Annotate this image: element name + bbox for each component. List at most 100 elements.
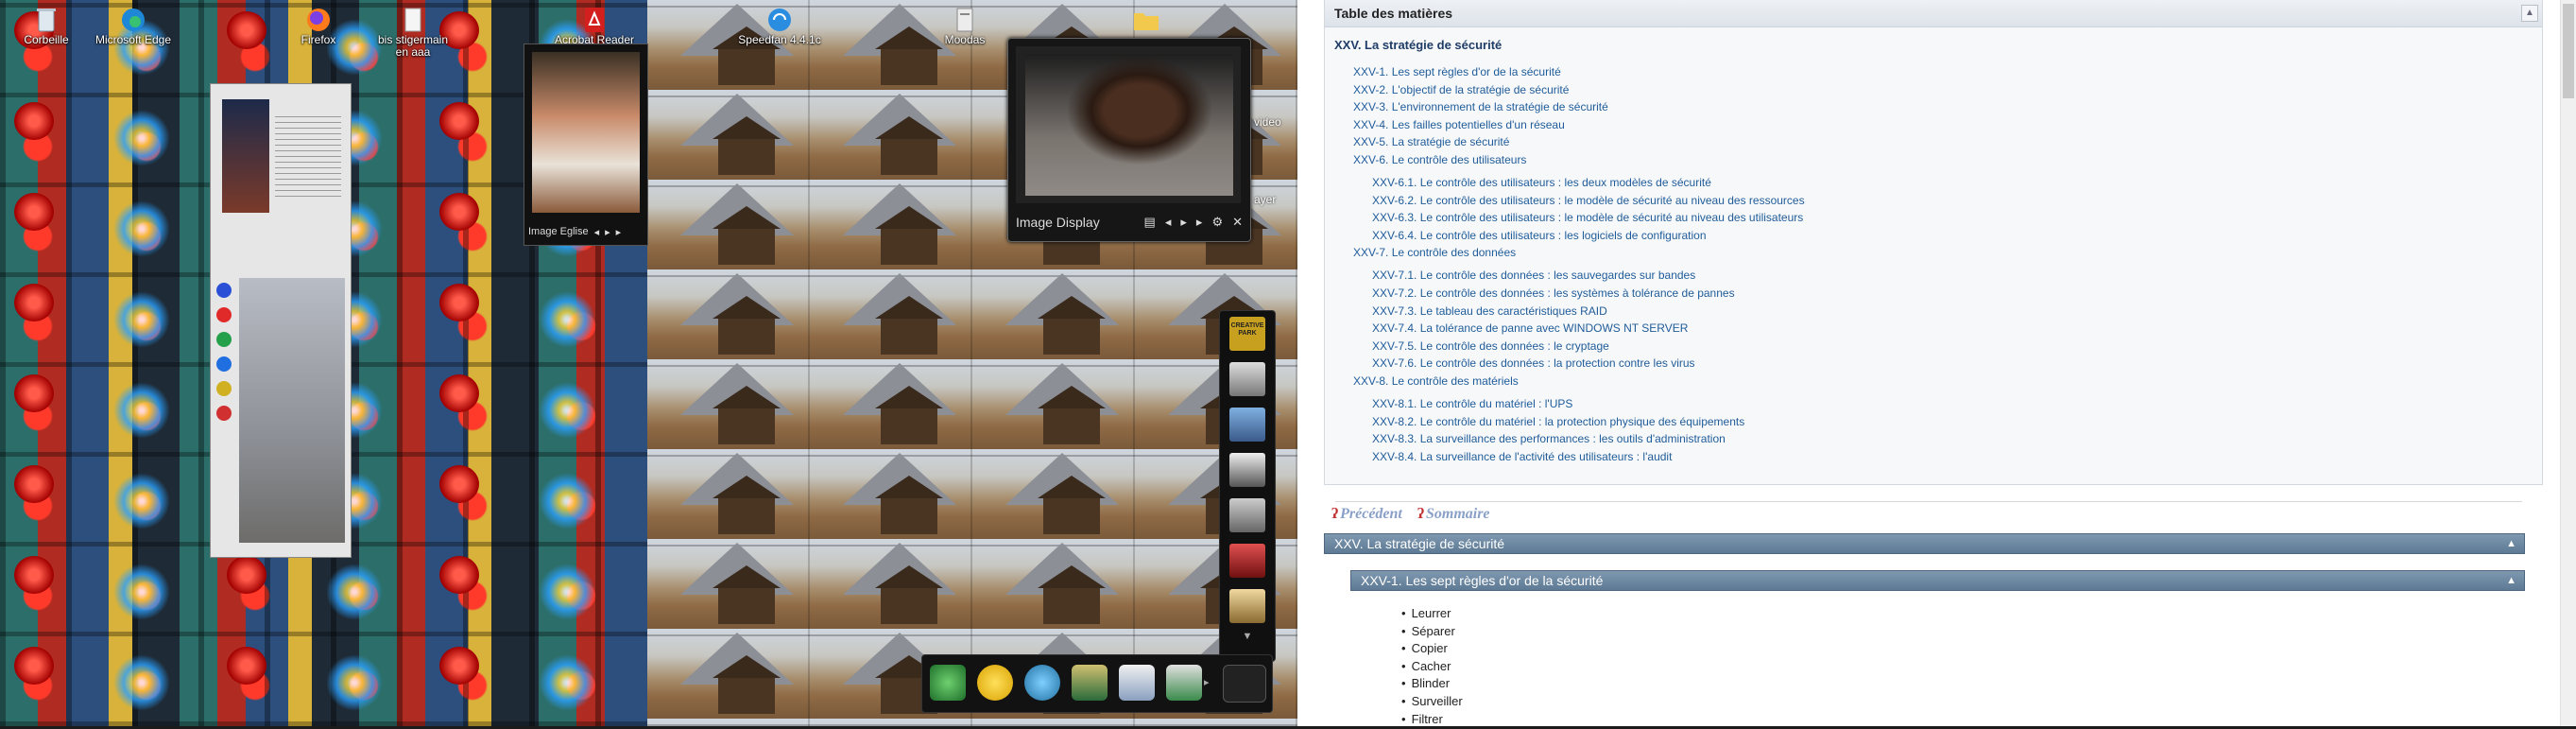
toc-sublink[interactable]: XXV-7.3. Le tableau des caractéristiques… bbox=[1372, 304, 1607, 318]
toc-sublink[interactable]: XXV-8.2. Le contrôle du matériel : la pr… bbox=[1372, 415, 1744, 428]
wallpaper-tile bbox=[14, 374, 54, 412]
desktop-icon-label: Corbeille bbox=[24, 33, 69, 46]
wallpaper-tile bbox=[875, 386, 943, 444]
document-preview-window[interactable] bbox=[210, 83, 352, 558]
next-icon[interactable]: ▸ bbox=[616, 226, 622, 238]
vertical-scrollbar[interactable] bbox=[2560, 0, 2576, 726]
subsection-bar[interactable]: XXV-1. Les sept règles d'or de la sécuri… bbox=[1350, 570, 2525, 591]
toc-sublink[interactable]: XXV-7.5. Le contrôle des données : le cr… bbox=[1372, 339, 1609, 353]
tools-icon[interactable] bbox=[1229, 589, 1265, 623]
slides-icon[interactable] bbox=[1229, 453, 1265, 487]
desktop-icon-moodas[interactable]: Moodas bbox=[922, 6, 1007, 46]
documents-icon[interactable] bbox=[1119, 665, 1155, 701]
prev-icon[interactable]: ◂ bbox=[594, 226, 600, 238]
toc-collapse-button[interactable]: ▲ bbox=[2521, 5, 2538, 22]
toc-sublink[interactable]: XXV-8.3. La surveillance des performance… bbox=[1372, 432, 1726, 445]
wallpaper-tile bbox=[875, 565, 943, 624]
toc-sublink[interactable]: XXV-7.4. La tolérance de panne avec WIND… bbox=[1372, 321, 1688, 335]
wallpaper-tile bbox=[713, 476, 781, 534]
keyboard-icon[interactable] bbox=[1223, 665, 1266, 703]
list-item: Surveiller bbox=[1401, 694, 1463, 712]
desktop: Corbeille Microsoft Edge Firefox bis sti… bbox=[0, 0, 1297, 726]
scroll-right-icon[interactable]: ▸ bbox=[1204, 665, 1215, 701]
toc-sublink[interactable]: XXV-7.2. Le contrôle des données : les s… bbox=[1372, 286, 1735, 300]
toc-sublink[interactable]: XXV-8.1. Le contrôle du matériel : l'UPS bbox=[1372, 397, 1572, 410]
desktop-icon-recycle-bin[interactable]: Corbeille bbox=[4, 6, 89, 46]
grid-icon[interactable]: ▤ bbox=[1144, 215, 1156, 230]
scrollbar-thumb[interactable] bbox=[2563, 4, 2574, 98]
close-icon[interactable]: ✕ bbox=[1232, 215, 1243, 230]
settings-icon[interactable]: ⚙ bbox=[1211, 215, 1223, 230]
toc-link[interactable]: XXV-3. L'environnement de la stratégie d… bbox=[1353, 100, 1608, 113]
photo-viewer-icon[interactable] bbox=[1229, 408, 1265, 442]
wallpaper-tile bbox=[539, 291, 595, 348]
toc-sublink[interactable]: XXV-7.6. Le contrôle des données : la pr… bbox=[1372, 356, 1695, 370]
toc-link[interactable]: XXV-7. Le contrôle des données bbox=[1353, 246, 1516, 259]
wallpaper-tile bbox=[875, 206, 943, 265]
globe-icon[interactable] bbox=[1024, 665, 1060, 701]
wallpaper-tile bbox=[113, 200, 170, 257]
wallpaper-tile bbox=[439, 102, 479, 140]
toc-link[interactable]: XXV-6. Le contrôle des utilisateurs bbox=[1353, 153, 1526, 166]
image-display-title: Image Display bbox=[1016, 215, 1100, 230]
toc-chapter-title[interactable]: XXV. La stratégie de sécurité bbox=[1334, 38, 1502, 52]
emoji-icon[interactable] bbox=[977, 665, 1013, 701]
wallpaper-tile bbox=[439, 556, 479, 594]
small-image-viewer[interactable]: Image Eglise ◂ ▸ ▸ bbox=[524, 43, 648, 246]
wallpaper-tile bbox=[1038, 296, 1106, 355]
toc-sublink[interactable]: XXV-6.1. Le contrôle des utilisateurs : … bbox=[1372, 176, 1711, 189]
speedfan-icon bbox=[768, 9, 791, 31]
toolbox-icon[interactable] bbox=[1229, 362, 1265, 396]
rewind-icon[interactable]: ◂ bbox=[1165, 215, 1172, 230]
collapse-icon[interactable]: ▲ bbox=[2506, 575, 2516, 586]
desktop-icon-folder[interactable] bbox=[1104, 6, 1189, 34]
creative-park-icon[interactable]: CREATIVE PARK bbox=[1229, 317, 1265, 351]
play-icon[interactable]: ▸ bbox=[605, 226, 610, 238]
wallpaper-tile bbox=[439, 284, 479, 321]
wallpaper-tile bbox=[113, 564, 170, 620]
rules-list: Leurrer Séparer Copier Cacher Blinder Su… bbox=[1401, 606, 1463, 729]
desktop-icon-edge[interactable]: Microsoft Edge bbox=[91, 6, 176, 46]
desktop-icon-speedfan[interactable]: Speedfan 4.4.1c bbox=[737, 6, 822, 46]
wallpaper-tile bbox=[227, 556, 266, 594]
wallpaper-tile bbox=[439, 465, 479, 503]
viewer-title: Image Eglise bbox=[528, 226, 589, 237]
wallpaper-tile bbox=[14, 193, 54, 231]
desktop-icon-folder-file[interactable]: bis stigermain en aaa bbox=[370, 6, 455, 59]
wallpaper-tile bbox=[326, 564, 383, 620]
collapse-icon[interactable]: ▲ bbox=[2506, 538, 2516, 549]
toc-link[interactable]: XXV-2. L'objectif de la stratégie de séc… bbox=[1353, 83, 1569, 96]
toc-sublink[interactable]: XXV-6.4. Le contrôle des utilisateurs : … bbox=[1372, 229, 1707, 242]
image-display-toolbar: Image Display ▤ ◂ ▸ ▸ ⚙ ✕ bbox=[1016, 211, 1243, 234]
users-icon[interactable] bbox=[1072, 665, 1108, 701]
toc-sublink[interactable]: XXV-6.3. Le contrôle des utilisateurs : … bbox=[1372, 211, 1803, 224]
partial-desktop-label: ayer bbox=[1254, 193, 1277, 206]
wallpaper-tile bbox=[713, 26, 781, 85]
previous-link[interactable]: ʔ Précédent bbox=[1331, 506, 1402, 523]
partial-desktop-label: video bbox=[1254, 115, 1281, 129]
toc-sublink[interactable]: XXV-6.2. Le contrôle des utilisateurs : … bbox=[1372, 194, 1805, 207]
wallpaper-tile bbox=[1038, 476, 1106, 534]
toc-link[interactable]: XXV-8. Le contrôle des matériels bbox=[1353, 374, 1519, 388]
forward-icon[interactable]: ▸ bbox=[1196, 215, 1203, 230]
toc-link[interactable]: XXV-1. Les sept règles d'or de la sécuri… bbox=[1353, 65, 1561, 78]
summary-link[interactable]: ʔ Sommaire bbox=[1417, 506, 1490, 523]
desktop-icon-firefox[interactable]: Firefox bbox=[276, 6, 361, 46]
image-display-photo bbox=[1025, 54, 1233, 196]
play-icon[interactable]: ▸ bbox=[1180, 215, 1187, 230]
section-bar[interactable]: XXV. La stratégie de sécurité ▲ bbox=[1324, 533, 2525, 554]
media-icon[interactable] bbox=[1229, 544, 1265, 578]
summary-icon: ʔ bbox=[1417, 506, 1424, 522]
gallery-icon[interactable] bbox=[1229, 498, 1265, 532]
toc-link[interactable]: XXV-4. Les failles potentielles d'un rés… bbox=[1353, 118, 1565, 131]
wallpaper-tile bbox=[875, 26, 943, 85]
toc-sublink[interactable]: XXV-8.4. La surveillance de l'activité d… bbox=[1372, 450, 1672, 463]
wallpaper-tile bbox=[713, 565, 781, 624]
toc-sublink[interactable]: XXV-7.1. Le contrôle des données : les s… bbox=[1372, 269, 1695, 282]
image-display-window[interactable]: Image Display ▤ ◂ ▸ ▸ ⚙ ✕ bbox=[1007, 38, 1251, 242]
toc-link[interactable]: XXV-5. La stratégie de sécurité bbox=[1353, 135, 1509, 148]
downloader-icon[interactable] bbox=[930, 665, 966, 701]
section-title: XXV. La stratégie de sécurité bbox=[1334, 536, 1505, 551]
scroll-down-icon[interactable]: ▼ bbox=[1229, 631, 1265, 648]
files-icon[interactable] bbox=[1166, 665, 1202, 701]
